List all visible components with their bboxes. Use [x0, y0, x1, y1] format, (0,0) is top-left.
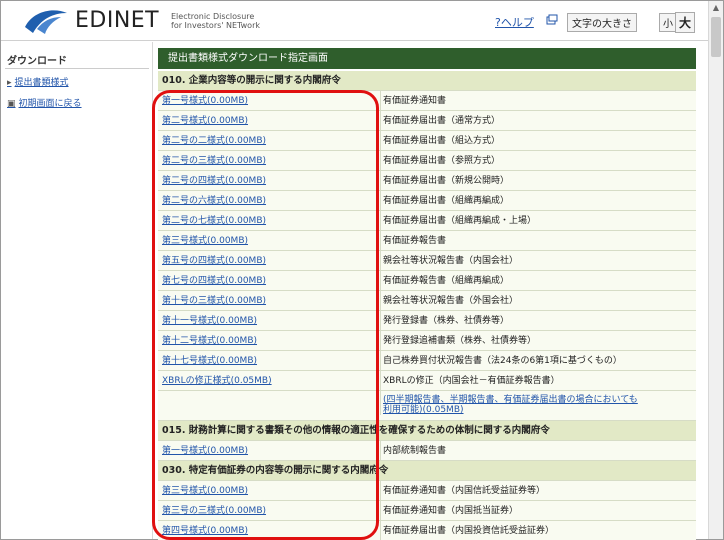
form-download-link[interactable]: 第二号様式(0.00MB): [162, 111, 374, 131]
tagline-line-2: for Investors' NETwork: [171, 21, 260, 30]
form-download-link[interactable]: 第一号様式(0.00MB): [162, 441, 374, 461]
table-row: 第三号様式(0.00MB) 有価証券通知書（内国信託受益証券等）: [158, 481, 696, 501]
scroll-thumb[interactable]: [711, 17, 721, 57]
table-row: 第一号様式(0.00MB) 内部統制報告書: [158, 441, 696, 461]
form-description: 有価証券報告書（組織再編成）: [380, 271, 696, 291]
bullet-icon: ▸: [7, 78, 12, 88]
form-download-link[interactable]: 第三号様式(0.00MB): [162, 231, 374, 251]
sidebar: ダウンロード ▸ 提出書類様式 ▣ 初期画面に戻る: [1, 42, 153, 539]
form-description: 有価証券通知書（内国信託受益証券等）: [380, 481, 696, 501]
form-download-link[interactable]: 第二号の三様式(0.00MB): [162, 151, 374, 171]
form-download-link[interactable]: 第十二号様式(0.00MB): [162, 331, 374, 351]
font-large-button[interactable]: 大: [675, 12, 696, 33]
form-download-link[interactable]: 第三号様式(0.00MB): [162, 481, 374, 501]
form-description: XBRLの修正（内国会社－有価証券報告書）: [380, 371, 696, 391]
form-download-link[interactable]: 第十号の三様式(0.00MB): [162, 291, 374, 311]
tagline-line-1: Electronic Disclosure: [171, 12, 255, 21]
table-row: 第三号の三様式(0.00MB) 有価証券通知書（内国抵当証券）: [158, 501, 696, 521]
form-description: 有価証券届出書（通常方式）: [380, 111, 696, 131]
table-row: (四半期報告書、半期報告書、有価証券届出書の場合においても 利用可能)(0.05…: [158, 391, 696, 421]
brand-tagline: Electronic Disclosure for Investors' NET…: [171, 12, 260, 30]
form-download-link[interactable]: 第二号の六様式(0.00MB): [162, 191, 374, 211]
edinet-logo-icon[interactable]: [23, 7, 69, 35]
home-icon: ▣: [7, 99, 16, 109]
form-description: 有価証券届出書（組込方式）: [380, 131, 696, 151]
page-title: 提出書類様式ダウンロード指定画面: [158, 48, 696, 69]
table-row: 第十一号様式(0.00MB) 発行登録書（株券、社債券等）: [158, 311, 696, 331]
external-window-icon: [546, 14, 558, 25]
form-description: 有価証券通知書: [380, 91, 696, 111]
site-header: EDINET Electronic Disclosure for Investo…: [1, 1, 708, 41]
xbrl-note-line-2: 利用可能)(0.05MB): [383, 405, 464, 415]
forms-table: 010. 企業内容等の開示に関する内閣府令 第一号様式(0.00MB) 有価証券…: [158, 71, 696, 540]
form-description: 有価証券届出書（新規公開時）: [380, 171, 696, 191]
form-download-link[interactable]: 第五号の四様式(0.00MB): [162, 251, 374, 271]
table-row: XBRLの修正様式(0.05MB) XBRLの修正（内国会社－有価証券報告書）: [158, 371, 696, 391]
font-size-label: 文字の大きさ: [567, 13, 637, 32]
form-download-link[interactable]: 第四号様式(0.00MB): [162, 521, 374, 540]
form-download-link[interactable]: 第二号の二様式(0.00MB): [162, 131, 374, 151]
table-row: 第五号の四様式(0.00MB) 親会社等状況報告書（内国会社）: [158, 251, 696, 271]
xbrl-note-line-1: (四半期報告書、半期報告書、有価証券届出書の場合においても: [383, 395, 638, 405]
form-description: 発行登録追補書類（株券、社債券等）: [380, 331, 696, 351]
form-description: 親会社等状況報告書（外国会社）: [380, 291, 696, 311]
sidebar-divider: [5, 68, 149, 69]
form-description: 有価証券届出書（内国投資信託受益証券）: [380, 521, 696, 540]
section-header: 030. 特定有価証券の内容等の開示に関する内閣府令: [158, 461, 696, 481]
form-download-link[interactable]: 第七号の四様式(0.00MB): [162, 271, 374, 291]
form-download-link[interactable]: 第二号の七様式(0.00MB): [162, 211, 374, 231]
sidebar-item-forms[interactable]: ▸ 提出書類様式: [7, 75, 69, 88]
form-description: 親会社等状況報告書（内国会社）: [380, 251, 696, 271]
help-link[interactable]: ?ヘルプ: [495, 14, 534, 30]
brand-name: EDINET: [75, 8, 160, 33]
xbrl-note-link[interactable]: (四半期報告書、半期報告書、有価証券届出書の場合においても 利用可能)(0.05…: [380, 391, 696, 415]
form-description: 内部統制報告書: [380, 441, 696, 461]
table-row: 第二号の四様式(0.00MB) 有価証券届出書（新規公開時）: [158, 171, 696, 191]
table-row: 第二号の二様式(0.00MB) 有価証券届出書（組込方式）: [158, 131, 696, 151]
form-description: 有価証券届出書（組織再編成・上場）: [380, 211, 696, 231]
table-row: 第二号の三様式(0.00MB) 有価証券届出書（参照方式）: [158, 151, 696, 171]
form-description: 有価証券報告書: [380, 231, 696, 251]
form-download-link[interactable]: 第十七号様式(0.00MB): [162, 351, 374, 371]
table-row: 第四号様式(0.00MB) 有価証券届出書（内国投資信託受益証券）: [158, 521, 696, 540]
table-row: 第二号の六様式(0.00MB) 有価証券届出書（組織再編成）: [158, 191, 696, 211]
table-row: 第十号の三様式(0.00MB) 親会社等状況報告書（外国会社）: [158, 291, 696, 311]
sidebar-item-home[interactable]: ▣ 初期画面に戻る: [7, 96, 82, 109]
form-download-link[interactable]: XBRLの修正様式(0.05MB): [162, 371, 374, 391]
table-row: 第十二号様式(0.00MB) 発行登録追補書類（株券、社債券等）: [158, 331, 696, 351]
form-description: 発行登録書（株券、社債券等）: [380, 311, 696, 331]
scroll-up-arrow-icon[interactable]: ▲: [711, 3, 721, 13]
form-download-link[interactable]: 第一号様式(0.00MB): [162, 91, 374, 111]
table-row: 第七号の四様式(0.00MB) 有価証券報告書（組織再編成）: [158, 271, 696, 291]
form-download-link[interactable]: 第二号の四様式(0.00MB): [162, 171, 374, 191]
sidebar-item-label: 提出書類様式: [14, 78, 69, 88]
section-header: 010. 企業内容等の開示に関する内閣府令: [158, 71, 696, 91]
form-download-link[interactable]: 第十一号様式(0.00MB): [162, 311, 374, 331]
form-description: 有価証券届出書（組織再編成）: [380, 191, 696, 211]
table-row: 第三号様式(0.00MB) 有価証券報告書: [158, 231, 696, 251]
form-description: 有価証券通知書（内国抵当証券）: [380, 501, 696, 521]
table-row: 第十七号様式(0.00MB) 自己株券買付状況報告書（法24条の6第1項に基づく…: [158, 351, 696, 371]
section-header: 015. 財務計算に関する書類その他の情報の適正性を確保するための体制に関する内…: [158, 421, 696, 441]
vertical-scrollbar[interactable]: ▲: [708, 1, 723, 539]
sidebar-item-label: 初期画面に戻る: [18, 99, 82, 109]
form-description: 有価証券届出書（参照方式）: [380, 151, 696, 171]
form-download-link[interactable]: 第三号の三様式(0.00MB): [162, 501, 374, 521]
table-row: 第二号様式(0.00MB) 有価証券届出書（通常方式）: [158, 111, 696, 131]
sidebar-title: ダウンロード: [7, 56, 67, 67]
table-row: 第二号の七様式(0.00MB) 有価証券届出書（組織再編成・上場）: [158, 211, 696, 231]
form-description: 自己株券買付状況報告書（法24条の6第1項に基づくもの）: [380, 351, 696, 371]
table-row: 第一号様式(0.00MB) 有価証券通知書: [158, 91, 696, 111]
